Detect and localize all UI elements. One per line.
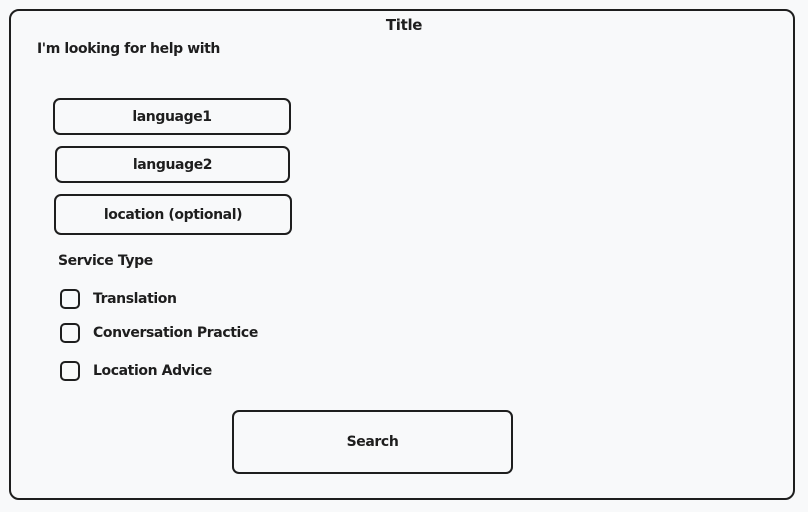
language1-field-label: language1 (132, 108, 212, 125)
service-type-heading: Service Type (58, 253, 153, 269)
language2-field-label: language2 (132, 156, 213, 173)
location-field-label: location (optional) (103, 206, 243, 223)
page-title: Title (385, 16, 423, 34)
location-advice-option[interactable]: Location Advice (60, 361, 212, 381)
conversation-practice-label: Conversation Practice (93, 325, 258, 341)
search-button[interactable]: Search (232, 410, 513, 474)
language2-field[interactable]: language2 (55, 146, 290, 183)
translation-label: Translation (93, 291, 177, 307)
help-prompt-label: I'm looking for help with (37, 41, 220, 57)
translation-option[interactable]: Translation (60, 289, 177, 309)
location-advice-label: Location Advice (93, 363, 212, 379)
search-button-label: Search (346, 434, 399, 450)
language1-field[interactable]: language1 (53, 98, 291, 135)
location-field[interactable]: location (optional) (54, 194, 292, 235)
conversation-practice-option[interactable]: Conversation Practice (60, 323, 258, 343)
translation-checkbox[interactable] (60, 289, 80, 309)
location-advice-checkbox[interactable] (60, 361, 80, 381)
conversation-practice-checkbox[interactable] (60, 323, 80, 343)
